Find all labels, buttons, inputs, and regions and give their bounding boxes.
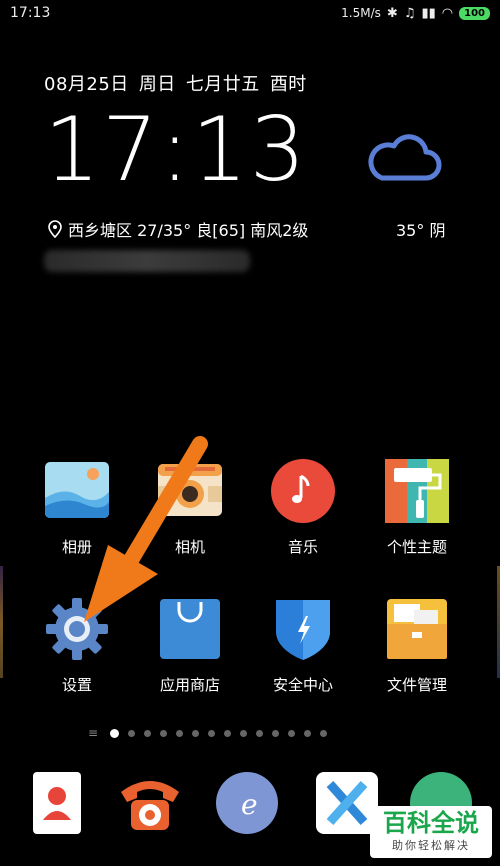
page-dot[interactable] [272, 729, 280, 737]
shield-icon [276, 600, 330, 660]
blurred-notification [44, 250, 250, 272]
app-label: 相册 [61, 538, 92, 556]
shopping-bag-icon [160, 599, 220, 659]
phone-icon[interactable] [117, 770, 183, 836]
page-dot[interactable] [144, 729, 152, 737]
app-settings[interactable]: 设置 [22, 596, 132, 695]
folder-icon [387, 599, 447, 659]
network-speed: 1.5M/s [341, 6, 381, 20]
battery-indicator: 100 [459, 6, 490, 20]
page-dot[interactable] [224, 729, 232, 737]
date-line[interactable]: 08月25日 周日 七月廿五 酉时 [44, 70, 317, 96]
page-dot[interactable] [256, 729, 264, 737]
app-label: 相机 [174, 538, 205, 556]
album-icon [45, 462, 109, 518]
app-label: 个性主题 [386, 538, 447, 556]
current-weather[interactable]: 35° 阴 [396, 217, 445, 241]
music-note-icon [271, 459, 335, 523]
menu-icon[interactable]: ≡ [88, 726, 98, 740]
app-label: 文件管理 [386, 676, 447, 694]
app-album[interactable]: 相册 [22, 458, 132, 557]
browser-icon[interactable]: e [214, 770, 280, 836]
app-appstore[interactable]: 应用商店 [135, 596, 245, 695]
contacts-icon[interactable] [29, 770, 95, 836]
left-edge-accent [0, 566, 3, 678]
page-dot[interactable] [240, 729, 248, 737]
location-pin-icon [48, 220, 62, 238]
svg-text:e: e [241, 788, 258, 821]
app-label: 应用商店 [159, 676, 220, 694]
location-line[interactable]: 西乡塘区 27/35° 良[65] 南风2级 [48, 217, 308, 241]
status-time: 17:13 [10, 5, 51, 21]
weekday: 周日 [138, 74, 176, 95]
page-indicator[interactable]: ≡ [88, 726, 328, 740]
page-dot-active[interactable] [110, 728, 120, 738]
location-weather: 西乡塘区 27/35° 良[65] 南风2级 [68, 221, 309, 240]
theme-brush-icon [385, 459, 449, 523]
clock-time[interactable]: 17:13 [44, 98, 308, 201]
signal-icon: ▮▮ [421, 5, 436, 21]
status-indicators: 1.5M/s ✱ ♫ ▮▮ ◠ 100 [341, 6, 490, 20]
app-label: 音乐 [287, 538, 318, 556]
page-dot[interactable] [160, 729, 168, 737]
watermark-logo: 百科全说 助你轻松解决 [370, 806, 492, 858]
watermark-title: 百科全说 [383, 809, 479, 837]
app-security[interactable]: 安全中心 [248, 596, 358, 695]
app-theme[interactable]: 个性主题 [362, 458, 472, 557]
page-dot[interactable] [128, 729, 136, 737]
page-dot[interactable] [304, 729, 312, 737]
gear-icon [46, 598, 108, 660]
page-dot[interactable] [320, 729, 328, 737]
page-dot[interactable] [208, 729, 216, 737]
app-label: 安全中心 [272, 676, 333, 694]
bluetooth-icon: ✱ [386, 5, 398, 21]
watermark-subtitle: 助你轻松解决 [392, 839, 470, 852]
status-bar: 17:13 1.5M/s ✱ ♫ ▮▮ ◠ 100 [0, 0, 500, 26]
app-camera[interactable]: 相机 [135, 458, 245, 557]
lunar-date: 七月廿五 [185, 74, 260, 95]
date: 08月25日 [44, 74, 129, 95]
camera-icon [158, 464, 222, 516]
alarm-muted-icon: ♫ [403, 5, 416, 21]
page-dot[interactable] [176, 729, 184, 737]
page-dot[interactable] [192, 729, 200, 737]
wifi-icon: ◠ [441, 5, 454, 21]
app-music[interactable]: 音乐 [248, 458, 358, 557]
app-label: 设置 [61, 676, 92, 694]
page-dot[interactable] [288, 729, 296, 737]
cloud-icon[interactable] [364, 132, 442, 184]
app-files[interactable]: 文件管理 [362, 596, 472, 695]
hour-name: 酉时 [269, 74, 307, 95]
